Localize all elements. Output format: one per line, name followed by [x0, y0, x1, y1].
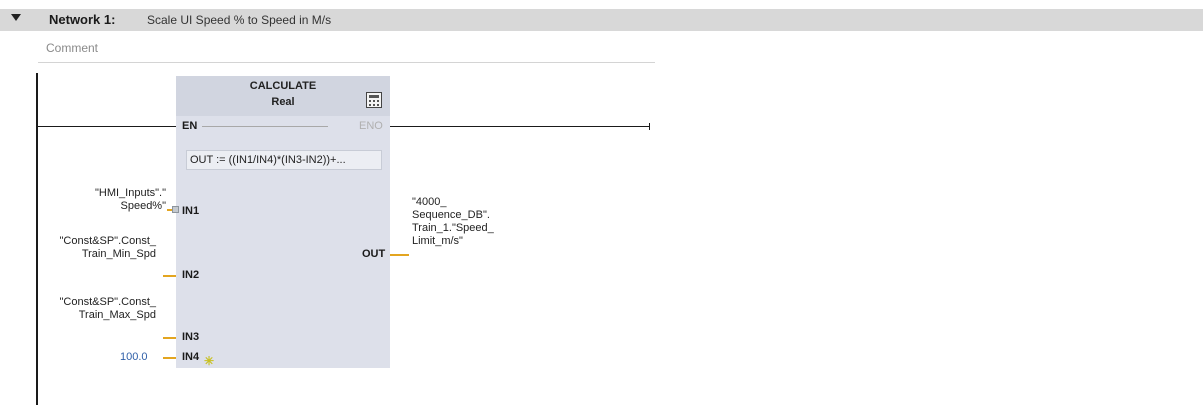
- pin-out: OUT: [362, 248, 386, 260]
- pin-in4: IN4: [182, 351, 200, 363]
- pin-eno: ENO: [359, 120, 383, 132]
- en-wire: [38, 126, 176, 127]
- network-description[interactable]: Scale UI Speed % to Speed in M/s: [147, 13, 331, 27]
- in3-wire: [163, 337, 176, 339]
- pin-en: EN: [182, 120, 198, 132]
- add-input-icon[interactable]: ✳: [204, 354, 214, 368]
- formula-field[interactable]: OUT := ((IN1/IN4)*(IN3-IN2))+...: [186, 150, 382, 170]
- comment-placeholder: Comment: [46, 41, 99, 55]
- network-header[interactable]: Network 1: Scale UI Speed % to Speed in …: [0, 9, 1203, 31]
- out-wire: [390, 254, 409, 256]
- eno-wire: [390, 126, 650, 127]
- operand-out-line-2: Sequence_DB".: [412, 209, 490, 221]
- operand-in2-line-2: Train_Min_Spd: [81, 248, 156, 260]
- operand-out-line-3: Train_1."Speed_: [412, 222, 494, 234]
- block-data-type[interactable]: Real: [176, 96, 390, 108]
- block-name: CALCULATE: [249, 80, 317, 92]
- operand-out-line-4: Limit_m/s": [412, 235, 463, 247]
- pin-in1: IN1: [182, 205, 200, 217]
- operand-in1-line-2: Speed%": [120, 200, 167, 212]
- in2-wire: [163, 275, 176, 277]
- operand-in1-line-1: "HMI_Inputs".": [94, 187, 166, 199]
- in1-connector-marker: [172, 206, 179, 213]
- pin-in2: IN2: [182, 269, 200, 281]
- calculate-block[interactable]: CALCULATE Real EN ENO OUT := ((IN1/IN4)*…: [176, 76, 390, 368]
- operand-in2[interactable]: "Const&SP".Const_ Train_Min_Spd: [60, 235, 156, 261]
- operand-in3[interactable]: "Const&SP".Const_ Train_Max_Spd: [60, 296, 156, 322]
- operand-out[interactable]: "4000_ Sequence_DB". Train_1."Speed_ Lim…: [412, 196, 494, 248]
- block-header: CALCULATE Real: [176, 76, 390, 116]
- en-eno-inner-line: [202, 126, 328, 127]
- network-title: Network 1:: [49, 12, 116, 27]
- eno-wire-end: [649, 123, 650, 130]
- operand-out-line-1: "4000_: [412, 196, 447, 208]
- network-comment-field[interactable]: Comment: [38, 36, 655, 63]
- operand-in4-constant[interactable]: 100.0: [120, 351, 148, 363]
- power-rail: [36, 73, 38, 405]
- calculator-icon[interactable]: [366, 92, 382, 108]
- operand-in3-line-1: "Const&SP".Const_: [59, 296, 156, 308]
- pin-in3: IN3: [182, 331, 200, 343]
- formula-text: OUT := ((IN1/IN4)*(IN3-IN2))+...: [190, 154, 346, 166]
- operand-in3-line-2: Train_Max_Spd: [78, 309, 156, 321]
- operand-in1[interactable]: "HMI_Inputs"." Speed%": [95, 187, 166, 213]
- collapse-triangle-icon[interactable]: [11, 14, 21, 21]
- operand-in2-line-1: "Const&SP".Const_: [59, 235, 156, 247]
- in4-wire: [163, 357, 176, 359]
